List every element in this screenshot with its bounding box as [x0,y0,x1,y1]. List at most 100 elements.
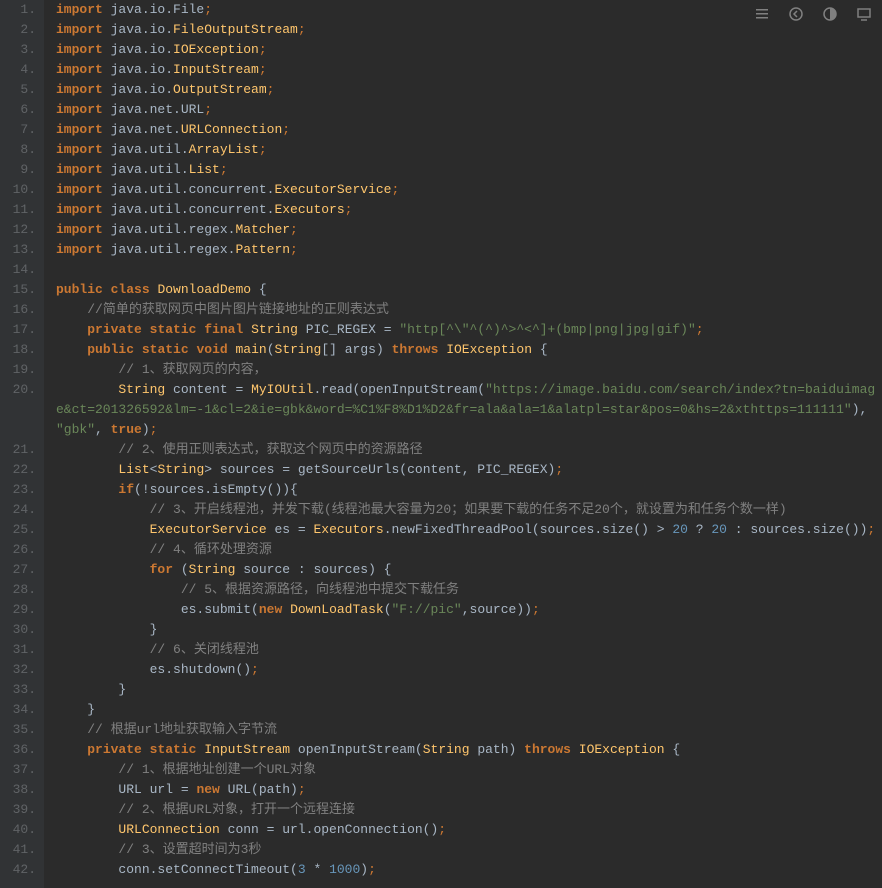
list-icon[interactable] [754,6,770,22]
toolbar [754,6,872,22]
token: java.util.regex. [103,222,236,237]
contrast-icon[interactable] [822,6,838,22]
token: List [189,162,220,177]
code-line[interactable]: List<String> sources = getSourceUrls(con… [56,460,882,480]
token: java.util.concurrent. [103,182,275,197]
token: ; [220,162,228,177]
code-line[interactable]: // 1、根据地址创建一个URL对象 [56,760,882,780]
token [571,742,579,757]
line-number: 19. [4,360,36,380]
line-number: 14. [4,260,36,280]
code-line[interactable]: public class DownloadDemo { [56,280,882,300]
code-line[interactable] [56,260,882,280]
code-line[interactable]: import java.util.ArrayList; [56,140,882,160]
code-line[interactable]: import java.util.regex.Pattern; [56,240,882,260]
token: ; [391,182,399,197]
token: import [56,162,103,177]
code-line[interactable]: private static final String PIC_REGEX = … [56,320,882,340]
token: es.submit( [56,602,259,617]
line-number: 13. [4,240,36,260]
token: ; [368,862,376,877]
code-line[interactable]: private static InputStream openInputStre… [56,740,882,760]
line-number: 2. [4,20,36,40]
code-line[interactable]: if(!sources.isEmpty()){ [56,480,882,500]
code-line[interactable]: // 3、开启线程池，并发下载(线程池最大容量为20；如果要下载的任务不足20个… [56,500,882,520]
code-line[interactable]: // 6、关闭线程池 [56,640,882,660]
token: String [157,462,204,477]
line-number: 23. [4,480,36,500]
code-line[interactable]: // 根据url地址获取输入字节流 [56,720,882,740]
line-number: 25. [4,520,36,540]
code-line[interactable]: // 5、根据资源路径，向线程池中提交下载任务 [56,580,882,600]
token: // 6、关闭线程池 [150,642,259,657]
token: PIC_REGEX = [298,322,399,337]
code-line[interactable]: // 2、根据URL对象，打开一个远程连接 [56,800,882,820]
token: final [204,322,243,337]
code-line[interactable]: import java.util.List; [56,160,882,180]
code-line[interactable]: import java.net.URLConnection; [56,120,882,140]
line-number: 29. [4,600,36,620]
monitor-icon[interactable] [856,6,872,22]
token: "gbk" [56,422,95,437]
code-line[interactable]: URLConnection conn = url.openConnection(… [56,820,882,840]
code-line[interactable]: public static void main(String[] args) t… [56,340,882,360]
code-line[interactable]: import java.io.InputStream; [56,60,882,80]
line-number: 35. [4,720,36,740]
token: "F://pic" [392,602,462,617]
code-line[interactable]: import java.util.concurrent.ExecutorServ… [56,180,882,200]
token: ; [259,142,267,157]
code-line[interactable]: } [56,620,882,640]
code-line[interactable]: conn.setConnectTimeout(3 * 1000); [56,860,882,880]
code-line[interactable]: } [56,680,882,700]
token: (!sources.isEmpty()){ [134,482,298,497]
code-line[interactable]: // 3、设置超时间为3秒 [56,840,882,860]
code-line[interactable]: } [56,700,882,720]
line-number: 11. [4,200,36,220]
code-line[interactable]: import java.util.concurrent.Executors; [56,200,882,220]
token: ( [267,342,275,357]
line-number: 18. [4,340,36,360]
token: ; [204,102,212,117]
code-line[interactable]: es.submit(new DownLoadTask("F://pic",sou… [56,600,882,620]
token: import [56,82,103,97]
token [56,362,118,377]
token [56,502,150,517]
back-icon[interactable] [788,6,804,22]
token: new [259,602,282,617]
token [134,342,142,357]
code-area[interactable]: import java.io.File;import java.io.FileO… [44,0,882,888]
line-number: 40. [4,820,36,840]
token: source : sources) { [235,562,391,577]
token: ExecutorService [274,182,391,197]
code-line[interactable]: // 2、使用正则表达式，获取这个网页中的资源路径 [56,440,882,460]
code-line[interactable]: import java.util.regex.Matcher; [56,220,882,240]
code-line[interactable]: //简单的获取网页中图片图片链接地址的正则表达式 [56,300,882,320]
token: Pattern [235,242,290,257]
code-line[interactable]: URL url = new URL(path); [56,780,882,800]
code-line[interactable]: import java.net.URL; [56,100,882,120]
code-line[interactable]: es.shutdown(); [56,660,882,680]
token: conn = url.openConnection() [220,822,438,837]
token [56,462,118,477]
code-line[interactable]: // 1、获取网页的内容， [56,360,882,380]
token: java.util.regex. [103,242,236,257]
token: public [87,342,134,357]
token [56,802,118,817]
code-line[interactable]: import java.io.IOException; [56,40,882,60]
code-line[interactable]: // 4、循环处理资源 [56,540,882,560]
token: ; [867,522,875,537]
code-line[interactable]: String content = MyIOUtil.read(openInput… [56,380,882,440]
code-editor[interactable]: 1.2.3.4.5.6.7.8.9.10.11.12.13.14.15.16.1… [0,0,882,888]
line-number: 37. [4,760,36,780]
token [56,562,150,577]
token: ? [688,522,711,537]
code-line[interactable]: import java.io.OutputStream; [56,80,882,100]
token [56,822,118,837]
token: 20 [711,522,727,537]
code-line[interactable]: ExecutorService es = Executors.newFixedT… [56,520,882,540]
line-number: 8. [4,140,36,160]
code-line[interactable]: for (String source : sources) { [56,560,882,580]
token [56,742,87,757]
code-line[interactable]: import java.io.FileOutputStream; [56,20,882,40]
token [56,762,118,777]
